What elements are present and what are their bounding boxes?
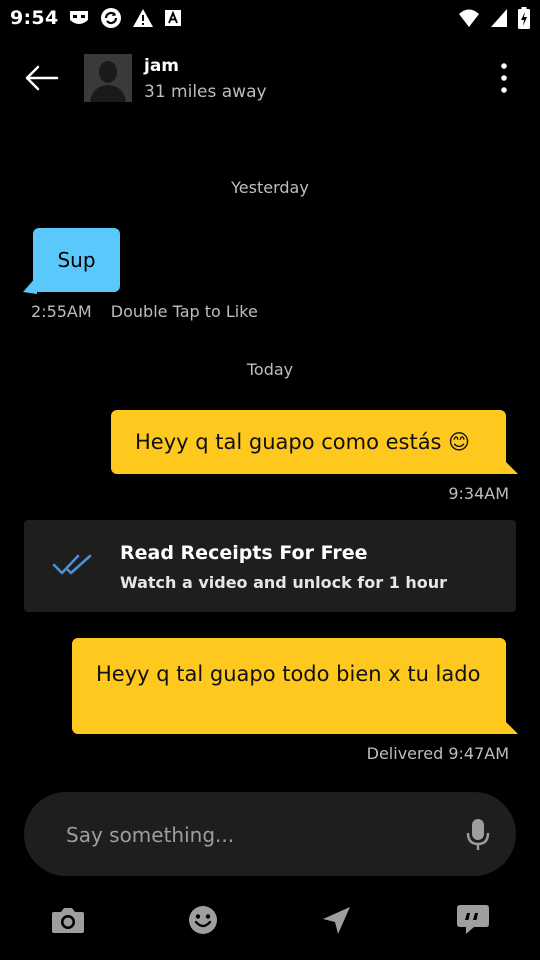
message-composer bbox=[24, 792, 516, 876]
emoji-button[interactable] bbox=[183, 900, 223, 940]
like-hint: Double Tap to Like bbox=[110, 302, 258, 321]
status-time: 9:54 bbox=[10, 7, 59, 29]
outgoing-bubble-tail bbox=[500, 716, 518, 734]
sync-icon bbox=[100, 7, 122, 29]
voice-message-button[interactable] bbox=[466, 818, 490, 856]
saved-phrases-icon bbox=[457, 905, 489, 934]
wifi-icon bbox=[458, 8, 480, 28]
incoming-message[interactable]: Sup bbox=[33, 228, 120, 292]
camera-button[interactable] bbox=[48, 900, 88, 940]
incoming-message-meta: 2:55AM Double Tap to Like bbox=[31, 302, 258, 321]
more-options-button[interactable] bbox=[494, 62, 514, 94]
chat-toolbar bbox=[0, 896, 540, 944]
more-vertical-icon bbox=[501, 63, 507, 93]
profile-distance: 31 miles away bbox=[144, 82, 267, 102]
profile-name[interactable]: jam bbox=[144, 56, 179, 76]
read-receipts-promo[interactable]: Read Receipts For Free Watch a video and… bbox=[24, 520, 516, 612]
double-check-icon bbox=[52, 554, 92, 575]
promo-subtitle: Watch a video and unlock for 1 hour bbox=[120, 573, 448, 592]
battery-icon bbox=[518, 7, 530, 29]
camera-icon bbox=[52, 908, 84, 933]
default-profile-icon bbox=[84, 54, 132, 102]
arrow-left-icon bbox=[25, 65, 59, 91]
grindr-mask-icon bbox=[68, 8, 90, 28]
outgoing-message[interactable]: Heyy q tal guapo como estás 😊 bbox=[111, 410, 506, 474]
message-text: Heyy q tal guapo todo bien x tu lado bbox=[96, 662, 481, 686]
send-location-icon bbox=[323, 907, 350, 934]
date-separator-today: Today bbox=[246, 360, 294, 379]
message-time: 2:55AM bbox=[31, 302, 92, 321]
saved-phrases-button[interactable] bbox=[453, 900, 493, 940]
back-button[interactable] bbox=[24, 64, 60, 92]
microphone-icon bbox=[466, 819, 490, 850]
message-input[interactable] bbox=[64, 812, 448, 858]
status-bar: 9:54 bbox=[0, 0, 540, 36]
avatar[interactable] bbox=[84, 54, 132, 102]
outgoing-message[interactable]: Heyy q tal guapo todo bien x tu lado bbox=[72, 638, 506, 734]
send-location-button[interactable] bbox=[317, 900, 357, 940]
emoji-icon bbox=[189, 906, 217, 934]
message-text: Heyy q tal guapo como estás 😊 bbox=[135, 430, 471, 454]
chat-header: jam 31 miles away bbox=[0, 50, 540, 106]
outgoing-bubble-tail bbox=[500, 456, 518, 474]
message-text: Sup bbox=[57, 248, 96, 272]
message-time: 9:34AM bbox=[448, 484, 509, 503]
a-box-icon bbox=[164, 9, 182, 27]
warning-icon bbox=[132, 8, 154, 28]
promo-title: Read Receipts For Free bbox=[120, 542, 368, 564]
delivery-status: Delivered 9:47AM bbox=[366, 744, 509, 763]
cell-signal-icon bbox=[490, 8, 508, 28]
date-separator-yesterday: Yesterday bbox=[231, 178, 309, 197]
